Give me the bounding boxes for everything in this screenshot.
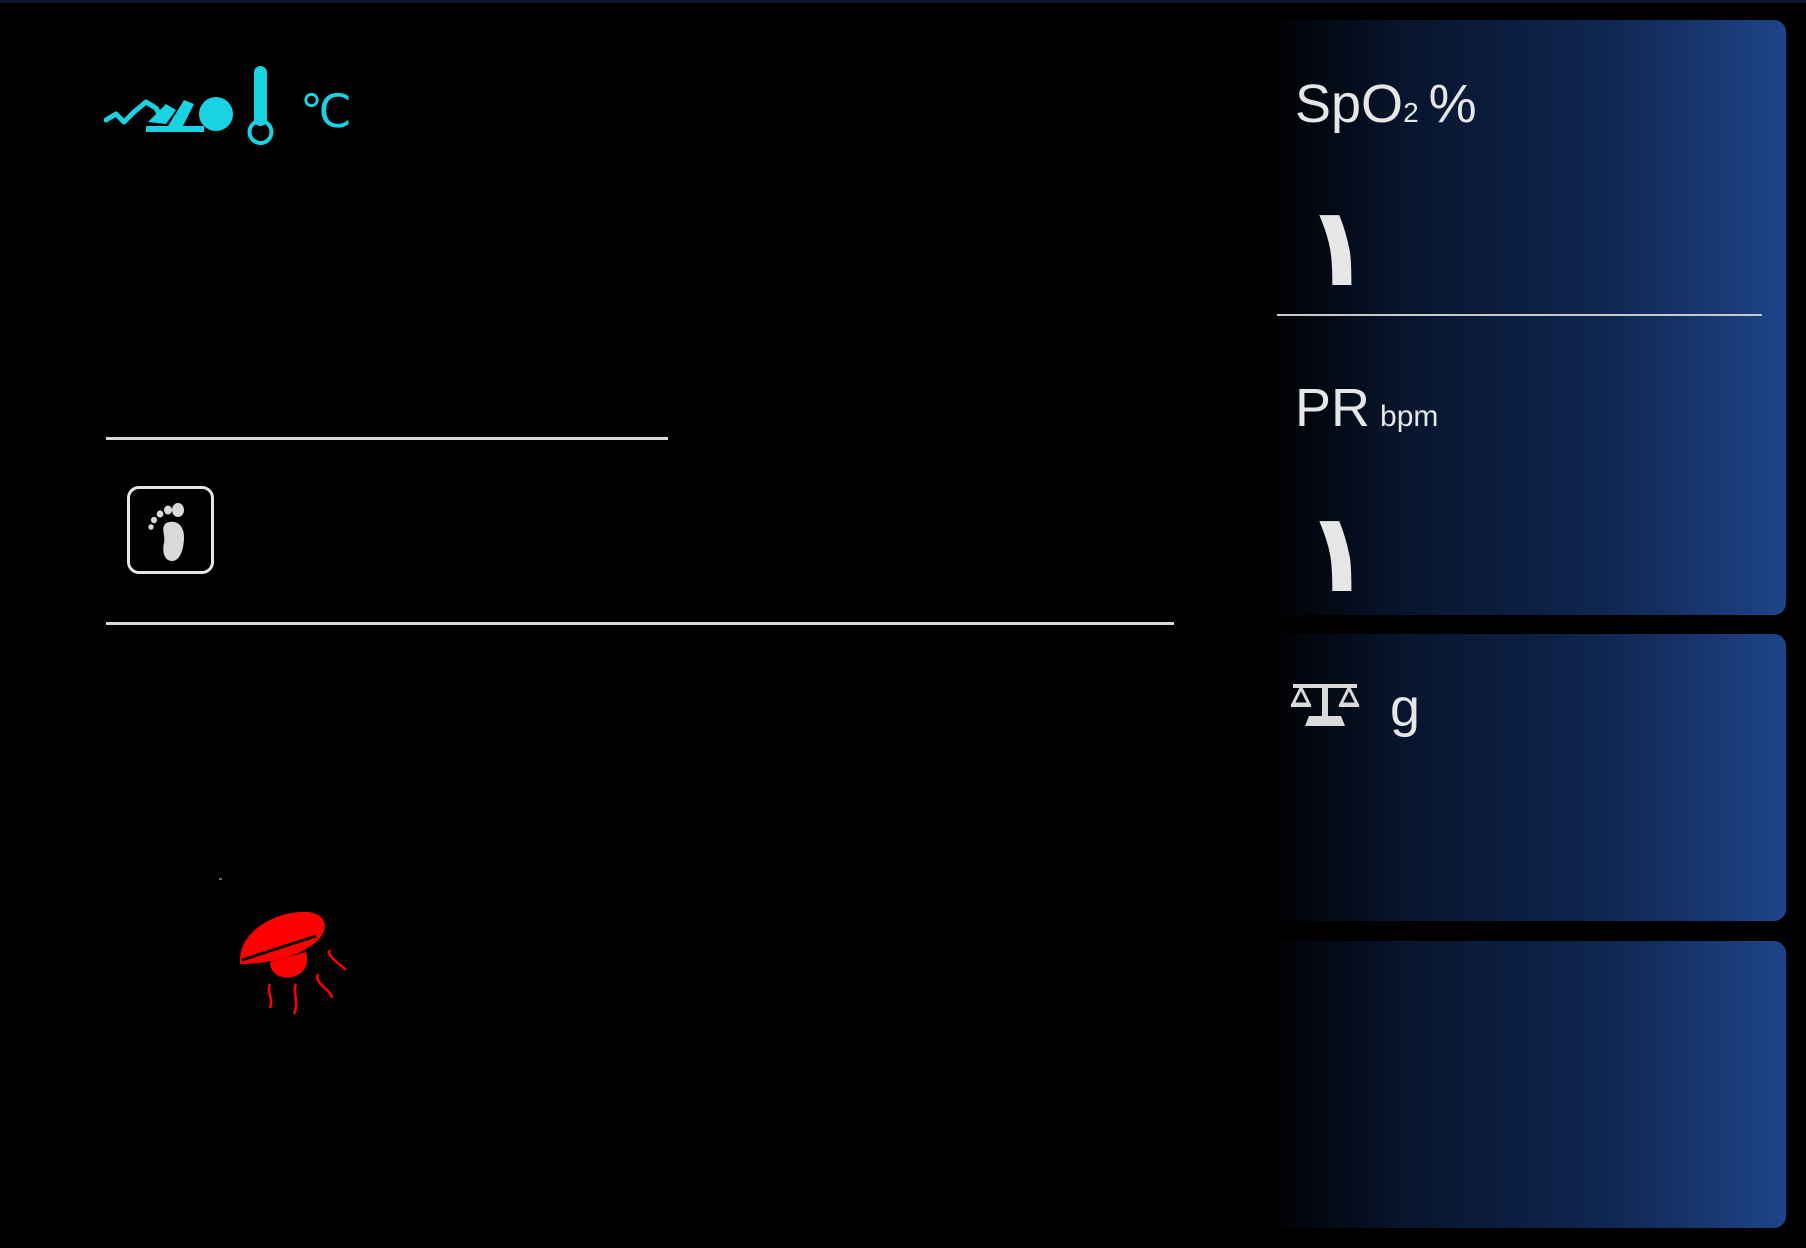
top-border (0, 0, 1806, 3)
weight-panel[interactable]: g (1266, 634, 1786, 921)
spo2-unit: % (1428, 74, 1477, 134)
temperature-unit: ℃ (300, 84, 352, 138)
vitals-panel[interactable]: SpO2% ١ PR bpm ١ (1266, 20, 1786, 615)
empty-parameter-panel[interactable] (1266, 941, 1786, 1228)
pr-unit: bpm (1380, 400, 1439, 433)
section-divider-long (106, 622, 1174, 625)
pr-value: ١ (1304, 489, 1372, 617)
vitals-divider (1277, 314, 1762, 316)
spo2-label-text: SpO (1295, 74, 1404, 134)
spo2-subscript: 2 (1403, 97, 1419, 128)
radiant-heater-icon (230, 900, 360, 1020)
weight-unit: g (1390, 678, 1421, 738)
baby-foot-button[interactable] (127, 486, 214, 574)
pr-label: PR bpm (1295, 378, 1438, 447)
scale-icon (1290, 684, 1360, 726)
marker-dot (219, 878, 222, 880)
section-divider-short (106, 437, 668, 440)
pr-label-text: PR (1295, 378, 1371, 438)
spo2-value: ١ (1304, 183, 1372, 311)
spo2-label: SpO2% (1295, 74, 1477, 143)
baby-foot-icon (148, 503, 184, 561)
